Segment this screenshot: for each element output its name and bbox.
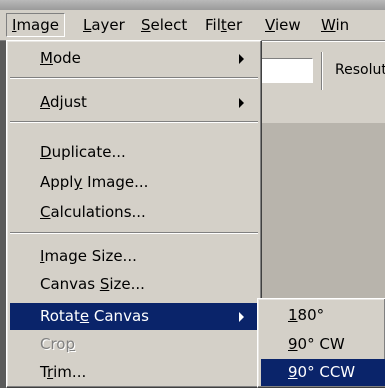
image-menu-dropdown: Mode Adjust Duplicate... Apply Image... … — [6, 40, 262, 388]
menu-item-mode[interactable]: Mode — [10, 45, 258, 72]
menu-item-calculations[interactable]: Calculations... — [10, 199, 258, 226]
menu-separator — [10, 121, 258, 123]
menu-filter[interactable]: Filter — [200, 13, 247, 37]
menu-image[interactable]: Image — [6, 13, 65, 37]
menu-separator — [10, 232, 258, 234]
menu-window[interactable]: Win — [316, 13, 354, 37]
menu-item-trim[interactable]: Trim... — [10, 359, 258, 386]
menu-item-apply-image[interactable]: Apply Image... — [10, 169, 258, 196]
menu-item-image-size[interactable]: Image Size... — [10, 243, 258, 270]
options-bar: Resolut — [255, 41, 385, 124]
menu-bar: Image Layer Select Filter View Win — [0, 10, 385, 41]
options-separator — [321, 52, 323, 90]
submenu-arrow-icon — [239, 312, 244, 322]
menu-item-crop: Crop — [40, 335, 76, 353]
workspace-panel — [258, 123, 385, 299]
menu-view[interactable]: View — [260, 13, 306, 37]
menu-select[interactable]: Select — [136, 13, 192, 37]
submenu-arrow-icon — [239, 54, 244, 64]
menu-separator — [10, 77, 258, 79]
resolution-label: Resolut — [335, 62, 385, 78]
window-title-strip — [0, 0, 385, 10]
menu-layer[interactable]: Layer — [78, 13, 130, 37]
submenu-item-rotate-180[interactable]: 180° — [261, 302, 385, 329]
submenu-item-rotate-90-ccw[interactable]: 90° CCW — [261, 359, 385, 386]
submenu-item-rotate-90-cw[interactable]: 90° CW — [261, 331, 385, 358]
menu-item-duplicate[interactable]: Duplicate... — [10, 139, 258, 166]
submenu-arrow-icon — [239, 98, 244, 108]
menu-item-canvas-size[interactable]: Canvas Size... — [10, 271, 258, 298]
rotate-canvas-submenu: 180° 90° CW 90° CCW — [257, 298, 385, 388]
menu-item-rotate-canvas[interactable]: Rotate Canvas — [10, 303, 258, 330]
menu-item-adjust[interactable]: Adjust — [10, 89, 258, 116]
options-value-field[interactable] — [261, 58, 313, 83]
